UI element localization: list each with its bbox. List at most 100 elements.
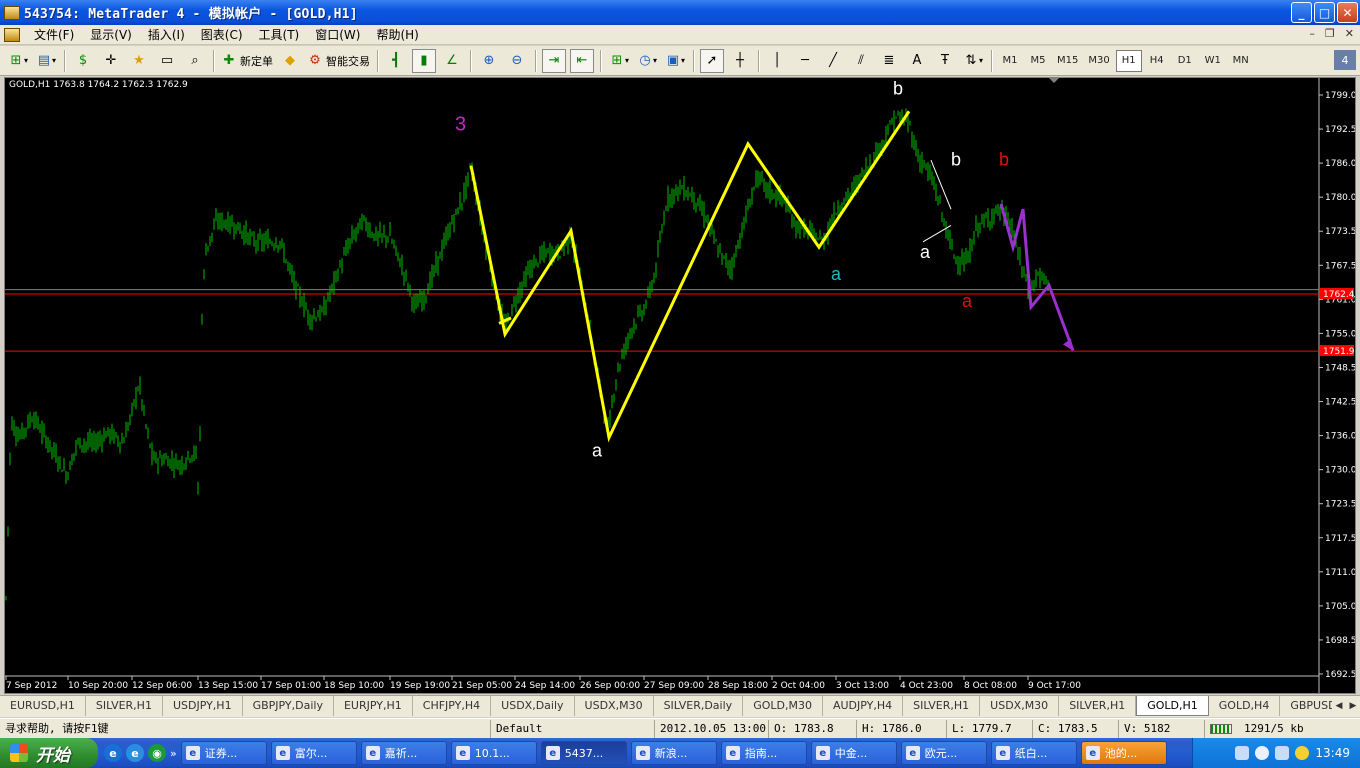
- chart-tab[interactable]: USDJPY,H1: [163, 696, 243, 716]
- close-button[interactable]: ✕: [1337, 2, 1358, 23]
- chart-tab[interactable]: CHFJPY,H4: [413, 696, 492, 716]
- ie-icon[interactable]: e: [104, 744, 122, 762]
- new-order-button[interactable]: ✚ 新定单: [220, 49, 274, 73]
- menu-view[interactable]: 显示(V): [82, 26, 140, 44]
- taskbar-task[interactable]: e 证券...: [180, 741, 267, 765]
- zoom-out-button[interactable]: ⊖: [505, 49, 529, 73]
- menu-file[interactable]: 文件(F): [26, 26, 82, 44]
- timeframe-m30[interactable]: M30: [1084, 50, 1113, 72]
- channel-button[interactable]: ⫽: [849, 49, 873, 73]
- taskbar-task[interactable]: e 纸白...: [990, 741, 1077, 765]
- expert-advisors-button[interactable]: ⚙ 智能交易: [306, 49, 371, 73]
- taskbar-task[interactable]: e 欧元...: [900, 741, 987, 765]
- navigator-button[interactable]: ★: [127, 49, 151, 73]
- market-watch-button[interactable]: $: [71, 49, 95, 73]
- crosshair-tool-button[interactable]: ┼: [728, 49, 752, 73]
- chart-window-icon[interactable]: [4, 27, 20, 42]
- indicators-button[interactable]: ⊞ ▾: [607, 49, 631, 73]
- chart-canvas[interactable]: 1799.01792.51786.01780.01773.51767.51761…: [5, 78, 1355, 693]
- timeframe-mn[interactable]: MN: [1228, 50, 1254, 72]
- timeframe-w1[interactable]: W1: [1200, 50, 1226, 72]
- chart-tab[interactable]: GOLD,H4: [1209, 696, 1281, 716]
- elliott-wave-line[interactable]: [469, 110, 911, 443]
- chart-tab[interactable]: USDX,Daily: [491, 696, 575, 716]
- text-button[interactable]: A: [905, 49, 929, 73]
- vertical-line-button[interactable]: │: [765, 49, 789, 73]
- line-chart-button[interactable]: ∠: [440, 49, 464, 73]
- time-label: 26 Sep 00:00: [580, 681, 640, 691]
- timeframe-d1[interactable]: D1: [1172, 50, 1198, 72]
- bar-chart-button[interactable]: ┫: [384, 49, 408, 73]
- maximize-button[interactable]: □: [1314, 2, 1335, 23]
- security-icon[interactable]: [1295, 746, 1310, 760]
- mdi-minimize-icon[interactable]: –: [1309, 27, 1315, 40]
- mdi-close-icon[interactable]: ✕: [1345, 27, 1354, 40]
- minimize-button[interactable]: _: [1291, 2, 1312, 23]
- menu-insert[interactable]: 插入(I): [140, 26, 193, 44]
- taskbar-task[interactable]: e 指南...: [720, 741, 807, 765]
- new-chart-button[interactable]: ⊞ ▾: [6, 49, 30, 73]
- chart-tab[interactable]: GBPJPY,Daily: [243, 696, 334, 716]
- chart-tab[interactable]: GOLD,M30: [743, 696, 823, 716]
- tab-scroll-left-icon[interactable]: ◀: [1332, 698, 1346, 714]
- timeframe-h1[interactable]: H1: [1115, 49, 1142, 72]
- timeframe-m1[interactable]: M1: [997, 50, 1023, 72]
- menu-tools[interactable]: 工具(T): [251, 26, 308, 44]
- candlestick-button[interactable]: ▮: [412, 48, 436, 73]
- zoom-in-button[interactable]: ⊕: [477, 49, 501, 73]
- metaeditor-button[interactable]: ◆: [278, 49, 302, 73]
- chart-tab[interactable]: EURJPY,H1: [334, 696, 413, 716]
- taskbar-task[interactable]: e 5437...: [540, 741, 627, 765]
- trendline-button[interactable]: ╱: [821, 49, 845, 73]
- taskbar-task[interactable]: e 新浪...: [630, 741, 717, 765]
- chart-shift-button[interactable]: ⇤: [570, 48, 594, 73]
- chart-tab[interactable]: SILVER,Daily: [654, 696, 744, 716]
- strategy-tester-button[interactable]: ⌕: [183, 49, 207, 73]
- keyboard-icon[interactable]: [1235, 746, 1250, 760]
- chart-tab[interactable]: USDX,M30: [980, 696, 1060, 716]
- text-label-button[interactable]: Ŧ: [933, 49, 957, 73]
- tab-scroll-right-icon[interactable]: ▶: [1346, 698, 1360, 714]
- chat-icon[interactable]: ◉: [148, 744, 166, 762]
- terminal-button[interactable]: ▭: [155, 49, 179, 73]
- task-app-icon: e: [815, 746, 830, 760]
- auto-scroll-button[interactable]: ⇥: [542, 48, 566, 73]
- arrows-button[interactable]: ⇅ ▾: [961, 49, 985, 73]
- timeframe-h4[interactable]: H4: [1144, 50, 1170, 72]
- chart-tab[interactable]: SILVER,H1: [903, 696, 981, 716]
- toolbar-options-button[interactable]: 4: [1334, 50, 1356, 70]
- computer-icon[interactable]: [1275, 746, 1290, 760]
- chart-tab[interactable]: SILVER,H1: [86, 696, 163, 716]
- taskbar-task[interactable]: e 池的...: [1080, 741, 1167, 765]
- chart-tab[interactable]: GOLD,H1: [1136, 696, 1209, 716]
- start-button[interactable]: 开始: [0, 738, 98, 768]
- horizontal-line-button[interactable]: ─: [793, 49, 817, 73]
- cursor-tool-button[interactable]: ➚: [700, 48, 724, 73]
- browser-icon[interactable]: e: [126, 744, 144, 762]
- arrows-icon: ⇅: [965, 53, 977, 68]
- network-icon[interactable]: [1255, 746, 1270, 760]
- quick-launch-expand-icon[interactable]: »: [170, 747, 177, 760]
- taskbar-task[interactable]: e 富尔...: [270, 741, 357, 765]
- menu-help[interactable]: 帮助(H): [368, 26, 426, 44]
- menu-window[interactable]: 窗口(W): [307, 26, 368, 44]
- chart-tab[interactable]: SILVER,H1: [1059, 696, 1137, 716]
- menu-charts[interactable]: 图表(C): [193, 26, 251, 44]
- taskbar-task[interactable]: e 中金...: [810, 741, 897, 765]
- price-chart[interactable]: 1799.0 1792.5 1786.0 1780.0 1773.5 1767.5 1761…: [4, 77, 1356, 694]
- periods-button[interactable]: ◷ ▾: [635, 49, 659, 73]
- chart-tab[interactable]: AUDJPY,H4: [823, 696, 904, 716]
- profiles-button[interactable]: ▤ ▾: [34, 49, 58, 73]
- timeframe-m5[interactable]: M5: [1025, 50, 1051, 72]
- sub-wave-line[interactable]: [922, 225, 952, 243]
- fibonacci-button[interactable]: ≣: [877, 49, 901, 73]
- chart-tab[interactable]: USDX,M30: [575, 696, 654, 716]
- chart-tab[interactable]: EURUSD,H1: [0, 696, 86, 716]
- taskbar-task[interactable]: e 嘉祈...: [360, 741, 447, 765]
- taskbar-task[interactable]: e 10.1...: [450, 741, 537, 765]
- mdi-restore-icon[interactable]: ❐: [1325, 27, 1335, 40]
- templates-button[interactable]: ▣ ▾: [663, 49, 687, 73]
- data-window-button[interactable]: ✛: [99, 49, 123, 73]
- timeframe-m15[interactable]: M15: [1053, 50, 1082, 72]
- chart-shift-marker[interactable]: [1049, 78, 1059, 83]
